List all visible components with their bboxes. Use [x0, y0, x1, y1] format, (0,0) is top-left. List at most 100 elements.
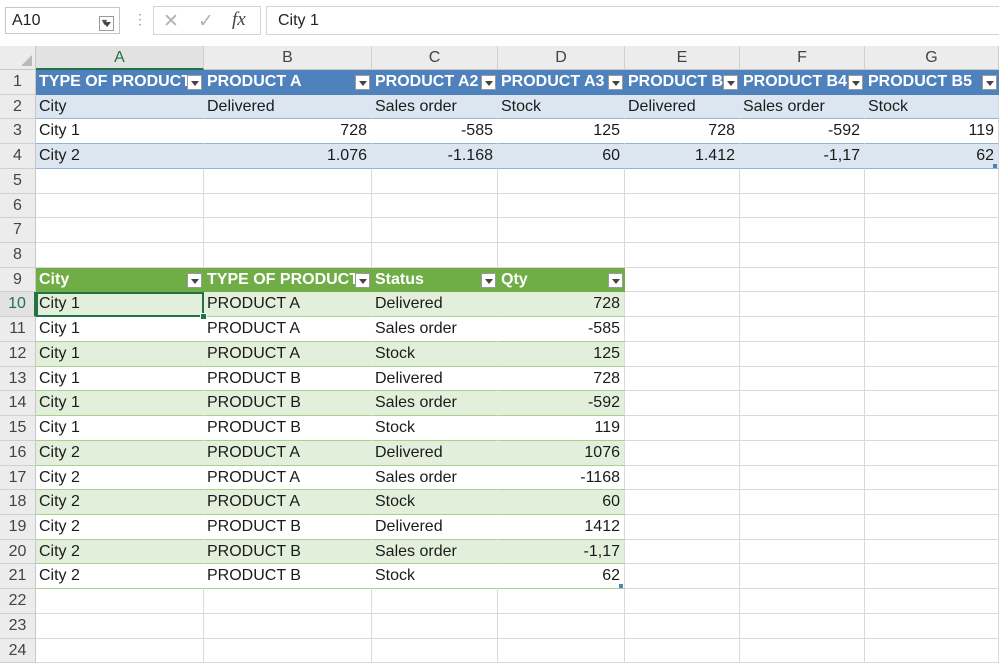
column-header-c[interactable]: C — [372, 46, 498, 70]
table1-header-cell[interactable]: PRODUCT A2 — [372, 70, 498, 95]
table1-cell[interactable]: 728 — [625, 119, 740, 145]
cell[interactable] — [372, 218, 498, 244]
column-header-b[interactable]: B — [204, 46, 372, 70]
table2-cell[interactable]: City 2 — [36, 465, 204, 491]
table2-cell[interactable]: PRODUCT A — [204, 490, 372, 515]
cell[interactable] — [204, 193, 372, 219]
table2-cell[interactable]: 119 — [498, 416, 625, 441]
cell[interactable] — [204, 243, 372, 268]
table1-cell[interactable]: 1.076 — [204, 144, 372, 169]
table1-cell[interactable]: Sales order — [372, 94, 498, 120]
row-header-11[interactable]: 11 — [0, 317, 36, 342]
cell[interactable] — [865, 465, 999, 491]
row-header-9[interactable]: 9 — [0, 267, 36, 293]
row-header-12[interactable]: 12 — [0, 341, 36, 367]
cell[interactable] — [740, 391, 865, 417]
cell[interactable] — [740, 193, 865, 219]
cell[interactable] — [36, 168, 204, 194]
cell[interactable] — [740, 267, 865, 293]
row-header-22[interactable]: 22 — [0, 589, 36, 614]
row-header-1[interactable]: 1 — [0, 70, 36, 95]
cell[interactable] — [625, 218, 740, 244]
table1-cell[interactable]: City — [36, 94, 204, 120]
cell[interactable] — [204, 613, 372, 639]
cell[interactable] — [498, 589, 625, 614]
filter-dropdown-icon[interactable] — [187, 75, 202, 90]
table2-cell[interactable]: 1076 — [498, 440, 625, 466]
row-header-13[interactable]: 13 — [0, 366, 36, 392]
table2-cell[interactable]: Delivered — [372, 514, 498, 540]
cell[interactable] — [865, 317, 999, 342]
cell[interactable] — [740, 440, 865, 466]
table1-header-cell[interactable]: PRODUCT A3 — [498, 70, 625, 95]
insert-function-icon[interactable]: fx — [232, 9, 246, 31]
cell[interactable] — [498, 638, 625, 663]
cell[interactable] — [625, 391, 740, 417]
cell[interactable] — [625, 416, 740, 441]
cell[interactable] — [625, 490, 740, 515]
filter-dropdown-icon[interactable] — [481, 272, 496, 288]
cell[interactable] — [36, 243, 204, 268]
table2-cell[interactable]: City 1 — [36, 317, 204, 342]
cell[interactable] — [740, 218, 865, 244]
cell[interactable] — [740, 589, 865, 614]
cell[interactable] — [36, 218, 204, 244]
row-header-6[interactable]: 6 — [0, 193, 36, 219]
active-cell[interactable]: City 1 — [36, 292, 204, 318]
cell[interactable] — [865, 243, 999, 268]
table2-cell[interactable]: PRODUCT A — [204, 440, 372, 466]
cell[interactable] — [865, 564, 999, 590]
row-header-10[interactable]: 10 — [0, 292, 36, 318]
row-header-16[interactable]: 16 — [0, 440, 36, 466]
select-all-button[interactable] — [0, 46, 36, 70]
filter-dropdown-icon[interactable] — [608, 272, 623, 288]
cell[interactable] — [625, 564, 740, 590]
cell[interactable] — [740, 168, 865, 194]
table2-cell[interactable]: Delivered — [372, 292, 498, 318]
column-header-g[interactable]: G — [865, 46, 999, 70]
column-header-a[interactable]: A — [36, 46, 204, 70]
table2-cell[interactable]: -592 — [498, 391, 625, 417]
table2-cell[interactable]: City 2 — [36, 514, 204, 540]
cell[interactable] — [36, 193, 204, 219]
row-header-2[interactable]: 2 — [0, 94, 36, 120]
cell[interactable] — [740, 292, 865, 318]
more-options-icon[interactable]: ⋮ — [133, 11, 147, 28]
table2-cell[interactable]: 62 — [498, 564, 625, 590]
table2-cell[interactable]: Sales order — [372, 317, 498, 342]
column-header-f[interactable]: F — [740, 46, 865, 70]
cell[interactable] — [865, 613, 999, 639]
table2-cell[interactable]: City 1 — [36, 366, 204, 392]
filter-dropdown-icon[interactable] — [481, 75, 496, 90]
table1-cell[interactable]: City 2 — [36, 144, 204, 169]
cell[interactable] — [625, 193, 740, 219]
table2-cell[interactable]: PRODUCT A — [204, 465, 372, 491]
cell[interactable] — [625, 243, 740, 268]
cell[interactable] — [625, 317, 740, 342]
cell[interactable] — [865, 514, 999, 540]
table2-cell[interactable]: PRODUCT B — [204, 416, 372, 441]
table2-cell[interactable]: City 2 — [36, 490, 204, 515]
table2-cell[interactable]: PRODUCT B — [204, 366, 372, 392]
table2-cell[interactable]: City 2 — [36, 564, 204, 590]
row-header-14[interactable]: 14 — [0, 391, 36, 417]
cell[interactable] — [625, 341, 740, 367]
cell[interactable] — [740, 341, 865, 367]
table2-cell[interactable]: 125 — [498, 341, 625, 367]
table2-header-cell[interactable]: City — [36, 267, 204, 293]
cell[interactable] — [36, 613, 204, 639]
table2-cell[interactable]: Stock — [372, 490, 498, 515]
cell[interactable] — [625, 440, 740, 466]
table2-header-cell[interactable]: Qty — [498, 267, 625, 293]
table2-cell[interactable]: PRODUCT B — [204, 539, 372, 565]
cell[interactable] — [204, 168, 372, 194]
cell[interactable] — [372, 243, 498, 268]
cell[interactable] — [740, 243, 865, 268]
table1-header-cell[interactable]: PRODUCT A — [204, 70, 372, 95]
cell[interactable] — [625, 267, 740, 293]
cell[interactable] — [740, 564, 865, 590]
table2-cell[interactable]: -1168 — [498, 465, 625, 491]
table2-cell[interactable]: PRODUCT A — [204, 292, 372, 318]
cell[interactable] — [625, 514, 740, 540]
cell[interactable] — [498, 218, 625, 244]
